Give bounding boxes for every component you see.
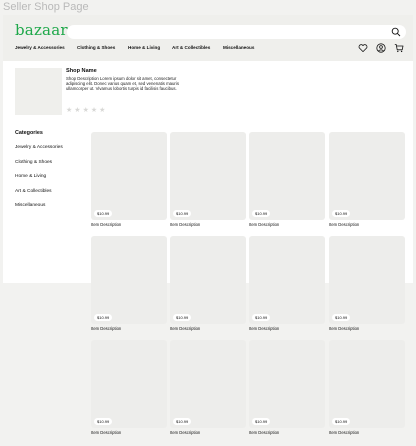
product-image[interactable]: $10.99 — [91, 236, 167, 324]
product-image[interactable]: $10.99 — [249, 132, 325, 220]
product-description[interactable]: Item Description — [91, 222, 167, 227]
heart-icon[interactable] — [358, 43, 368, 53]
search-input[interactable] — [67, 25, 406, 39]
category-item-art[interactable]: Art & Collectibles — [15, 188, 63, 203]
nav-item-clothing[interactable]: Clothing & Shoes — [77, 45, 128, 55]
price-badge: $10.99 — [332, 314, 351, 321]
price-badge: $10.99 — [173, 210, 192, 217]
product-description[interactable]: Item Description — [249, 222, 325, 227]
product-description[interactable]: Item Description — [170, 430, 246, 435]
product-description[interactable]: Item Description — [91, 430, 167, 435]
star-icon: ★ — [66, 107, 73, 114]
category-item-misc[interactable]: Miscellaneous — [15, 202, 63, 217]
product-image[interactable]: $10.99 — [91, 340, 167, 428]
product-card[interactable]: $10.99 Item Description — [91, 340, 167, 435]
price-badge: $10.99 — [252, 210, 271, 217]
nav-item-misc[interactable]: Miscellaneous — [223, 45, 263, 55]
product-image[interactable]: $10.99 — [249, 236, 325, 324]
price-badge: $10.99 — [173, 418, 192, 425]
account-icon[interactable] — [376, 43, 386, 53]
product-description[interactable]: Item Description — [329, 326, 405, 331]
price-badge: $10.99 — [252, 418, 271, 425]
product-image[interactable]: $10.99 — [91, 132, 167, 220]
product-image[interactable]: $10.99 — [249, 340, 325, 428]
product-description[interactable]: Item Description — [91, 326, 167, 331]
page-label: Seller Shop Page — [3, 1, 89, 13]
star-icon: ★ — [82, 107, 89, 114]
header-actions — [358, 43, 404, 53]
star-icon: ★ — [90, 107, 98, 114]
search-icon[interactable] — [391, 27, 401, 37]
product-image[interactable]: $10.99 — [170, 132, 246, 220]
cart-icon[interactable] — [394, 43, 404, 53]
product-card[interactable]: $10.99 Item Description — [170, 340, 246, 435]
product-card[interactable]: $10.99 Item Description — [249, 132, 325, 227]
price-badge: $10.99 — [94, 418, 113, 425]
price-badge: $10.99 — [252, 314, 271, 321]
shop-rating: ★ ★ ★ ★ ★ — [66, 107, 105, 115]
product-description[interactable]: Item Description — [329, 222, 405, 227]
product-card[interactable]: $10.99 Item Description — [170, 236, 246, 331]
product-card[interactable]: $10.99 Item Description — [91, 236, 167, 331]
product-card[interactable]: $10.99 Item Description — [170, 132, 246, 227]
price-badge: $10.99 — [332, 418, 351, 425]
product-image[interactable]: $10.99 — [329, 236, 405, 324]
nav-item-home[interactable]: Home & Living — [128, 45, 172, 55]
logo[interactable]: bazaar — [15, 21, 68, 39]
product-card[interactable]: $10.99 Item Description — [249, 340, 325, 435]
product-image[interactable]: $10.99 — [170, 340, 246, 428]
category-item-jewelry[interactable]: Jewelry & Accessories — [15, 144, 63, 159]
product-description[interactable]: Item Description — [170, 326, 246, 331]
price-badge: $10.99 — [94, 210, 113, 217]
product-image[interactable]: $10.99 — [170, 236, 246, 324]
product-description[interactable]: Item Description — [249, 326, 325, 331]
category-item-home[interactable]: Home & Living — [15, 173, 63, 188]
categories-title: Categories — [15, 130, 43, 136]
star-icon: ★ — [74, 107, 81, 114]
categories-list: Jewelry & Accessories Clothing & Shoes H… — [15, 144, 63, 217]
product-card[interactable]: $10.99 Item Description — [329, 236, 405, 331]
star-icon: ★ — [99, 107, 106, 114]
product-image[interactable]: $10.99 — [329, 340, 405, 428]
shop-logo-placeholder — [15, 68, 62, 115]
category-nav: Jewelry & Accessories Clothing & Shoes H… — [15, 45, 263, 55]
product-card[interactable]: $10.99 Item Description — [91, 132, 167, 227]
price-badge: $10.99 — [173, 314, 192, 321]
product-description[interactable]: Item Description — [170, 222, 246, 227]
product-card[interactable]: $10.99 Item Description — [249, 236, 325, 331]
nav-item-art[interactable]: Art & Collectibles — [172, 45, 223, 55]
product-card[interactable]: $10.99 Item Description — [329, 132, 405, 227]
product-card[interactable]: $10.99 Item Description — [329, 340, 405, 435]
product-image[interactable]: $10.99 — [329, 132, 405, 220]
shop-description: Shop Description Lorem ipsum dolor sit a… — [66, 76, 179, 92]
shop-name: Shop Name — [66, 68, 97, 74]
nav-item-jewelry[interactable]: Jewelry & Accessories — [15, 45, 77, 55]
price-badge: $10.99 — [332, 210, 351, 217]
category-item-clothing[interactable]: Clothing & Shoes — [15, 159, 63, 174]
product-description[interactable]: Item Description — [329, 430, 405, 435]
price-badge: $10.99 — [94, 314, 113, 321]
product-description[interactable]: Item Description — [249, 430, 325, 435]
